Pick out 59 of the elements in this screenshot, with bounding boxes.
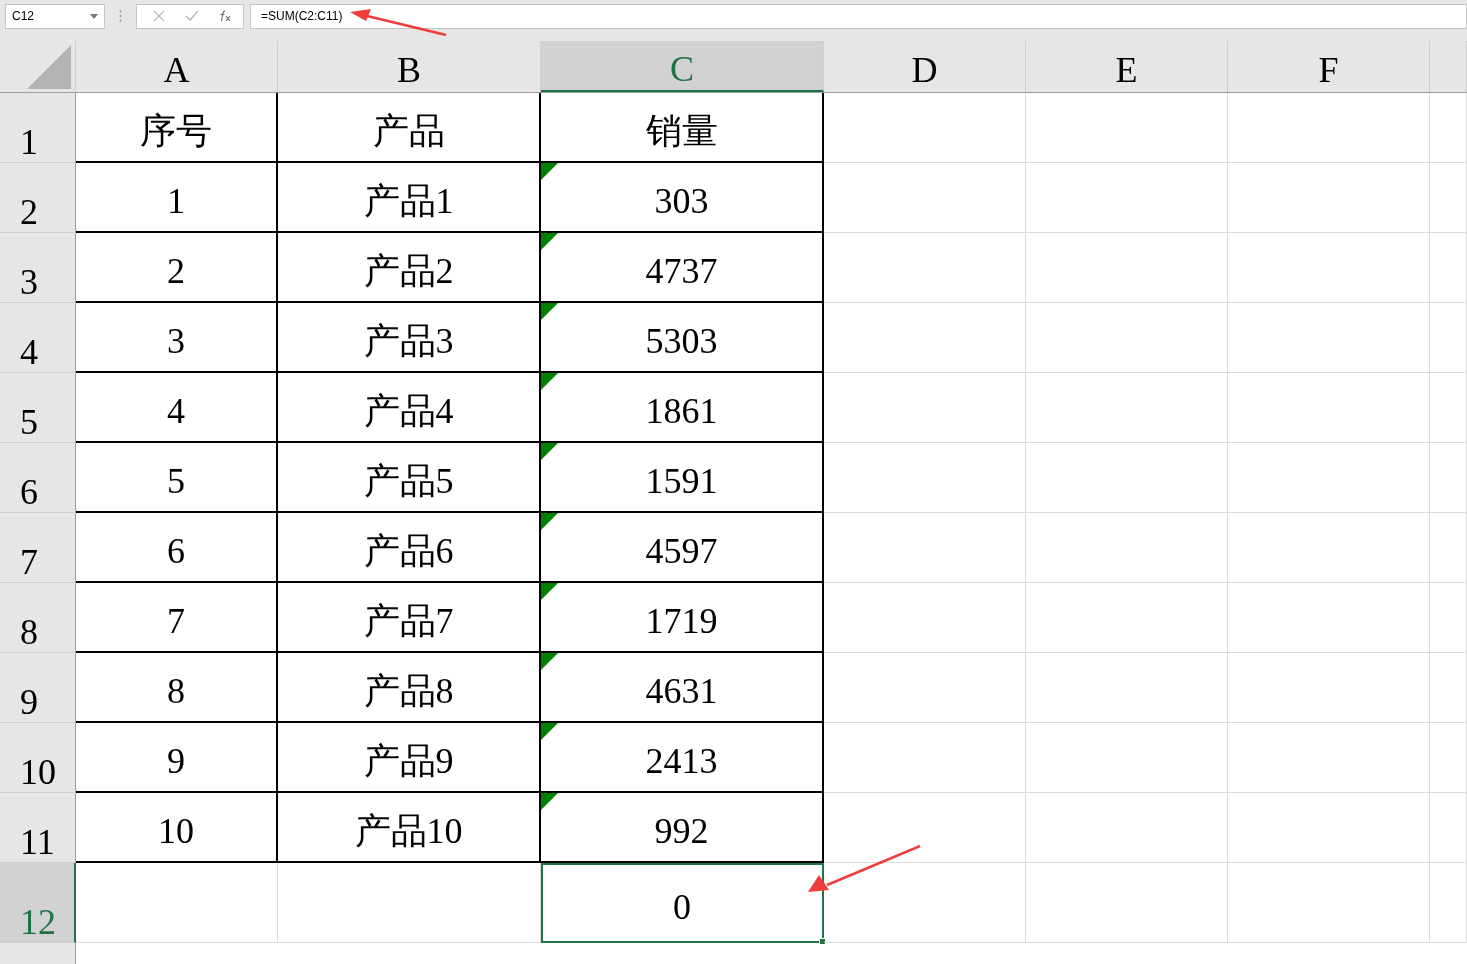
table-cell[interactable]: 3 <box>76 303 278 373</box>
column-header[interactable]: A <box>76 41 278 92</box>
table-cell[interactable]: 序号 <box>76 93 278 163</box>
table-cell[interactable]: 1591 <box>541 443 824 513</box>
column-header[interactable]: F <box>1228 41 1430 92</box>
table-cell[interactable]: 销量 <box>541 93 824 163</box>
row-header[interactable]: 6 <box>0 443 76 513</box>
column-header[interactable]: D <box>824 41 1026 92</box>
table-cell[interactable]: 7 <box>76 583 278 653</box>
cancel-icon[interactable] <box>153 10 165 22</box>
row-header[interactable]: 12 <box>0 863 76 943</box>
grip-icon <box>119 10 122 22</box>
function-icon[interactable] <box>219 10 233 22</box>
table-cell[interactable]: 1719 <box>541 583 824 653</box>
table-cell[interactable]: 8 <box>76 653 278 723</box>
table-cell[interactable]: 1861 <box>541 373 824 443</box>
row-header[interactable]: 10 <box>0 723 76 793</box>
row-header[interactable]: 4 <box>0 303 76 373</box>
row-header[interactable]: 11 <box>0 793 76 863</box>
table-cell[interactable]: 5 <box>76 443 278 513</box>
checkmark-icon[interactable] <box>185 10 199 22</box>
table-cell[interactable]: 9 <box>76 723 278 793</box>
table-cell[interactable]: 产品5 <box>278 443 541 513</box>
table-cell[interactable]: 4597 <box>541 513 824 583</box>
table-cell[interactable]: 1 <box>76 163 278 233</box>
table-cell[interactable]: 2 <box>76 233 278 303</box>
row-header[interactable]: 5 <box>0 373 76 443</box>
table-cell[interactable]: 992 <box>541 793 824 863</box>
dropdown-caret-icon[interactable] <box>90 13 98 19</box>
table-cell[interactable]: 10 <box>76 793 278 863</box>
table-cell[interactable]: 4737 <box>541 233 824 303</box>
table-cell[interactable]: 4631 <box>541 653 824 723</box>
column-header[interactable]: E <box>1026 41 1228 92</box>
corner-triangle-icon <box>27 45 71 89</box>
column-header[interactable]: C <box>541 41 824 92</box>
row-header[interactable]: 2 <box>0 163 76 233</box>
formula-field[interactable]: =SUM(C2:C11) <box>250 3 1467 29</box>
table-cell[interactable]: 303 <box>541 163 824 233</box>
name-box[interactable]: C12 <box>5 3 105 29</box>
row-header[interactable]: 7 <box>0 513 76 583</box>
table-cell[interactable]: 6 <box>76 513 278 583</box>
table-cell[interactable]: 产品7 <box>278 583 541 653</box>
table-cell[interactable]: 产品1 <box>278 163 541 233</box>
table-cell[interactable]: 5303 <box>541 303 824 373</box>
table-cell[interactable]: 产品2 <box>278 233 541 303</box>
table-cell[interactable]: 产品6 <box>278 513 541 583</box>
table-cell[interactable]: 产品3 <box>278 303 541 373</box>
row-header[interactable]: 3 <box>0 233 76 303</box>
table-cell[interactable]: 产品 <box>278 93 541 163</box>
table-cell[interactable]: 产品4 <box>278 373 541 443</box>
row-header[interactable]: 1 <box>0 93 76 163</box>
row-header[interactable]: 9 <box>0 653 76 723</box>
table-cell[interactable]: 4 <box>76 373 278 443</box>
table-cell[interactable]: 产品8 <box>278 653 541 723</box>
table-cell[interactable]: 产品10 <box>278 793 541 863</box>
table-cell[interactable]: 2413 <box>541 723 824 793</box>
table-cell[interactable]: 0 <box>541 863 824 943</box>
table-cell[interactable]: 产品9 <box>278 723 541 793</box>
row-header[interactable]: 8 <box>0 583 76 653</box>
